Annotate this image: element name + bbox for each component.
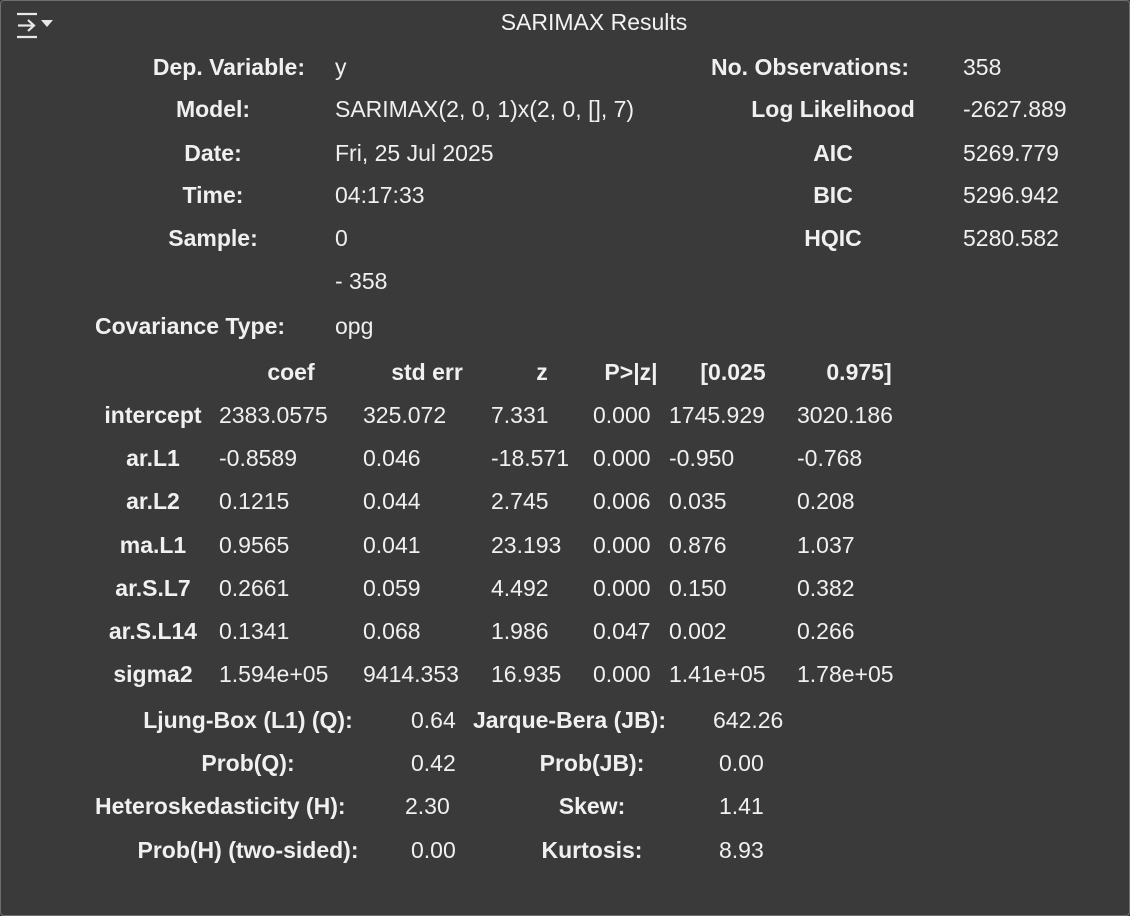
param-name-ar-l2: ar.L2	[126, 488, 180, 514]
table-cell: 0.1341	[219, 618, 290, 644]
hqic-value: 5280.582	[963, 225, 1059, 251]
col-header-coef: coef	[267, 359, 315, 385]
param-name-ar-l1: ar.L1	[126, 445, 180, 471]
date-label: Date:	[184, 140, 242, 166]
sample-end-value: - 358	[335, 268, 388, 294]
table-cell: 9414.353	[363, 661, 459, 687]
table-cell: 325.072	[363, 402, 447, 428]
time-label: Time:	[182, 182, 244, 208]
covariance-type-label: Covariance Type:	[95, 313, 286, 339]
skew-label: Skew:	[558, 793, 626, 819]
heteroskedasticity-label: Heteroskedasticity (H):	[95, 793, 346, 819]
no-observations-value: 358	[963, 54, 1002, 80]
table-cell: 0.047	[593, 618, 651, 644]
table-cell: -18.571	[491, 445, 570, 471]
prob-h-value: 0.00	[411, 837, 456, 863]
results-title: SARIMAX Results	[500, 9, 688, 35]
table-cell: 1.037	[797, 532, 855, 558]
table-cell: 1.41e+05	[669, 661, 766, 687]
model-value: SARIMAX(2, 0, 1)x(2, 0, [], 7)	[335, 96, 635, 122]
table-cell: 0.046	[363, 445, 421, 471]
bic-label: BIC	[813, 182, 853, 208]
table-cell: 0.006	[593, 488, 651, 514]
date-value: Fri, 25 Jul 2025	[335, 140, 494, 166]
sample-label: Sample:	[168, 225, 258, 251]
table-cell: -0.950	[669, 445, 735, 471]
col-header-p-value: P>|z|	[604, 359, 658, 385]
prob-q-value: 0.42	[411, 750, 456, 776]
table-cell: 16.935	[491, 661, 562, 687]
table-cell: 0.035	[669, 488, 727, 514]
table-cell: 4.492	[491, 575, 549, 601]
hqic-label: HQIC	[804, 225, 862, 251]
jarque-bera-label: Jarque-Bera (JB):	[473, 707, 666, 733]
table-cell: 0.266	[797, 618, 855, 644]
table-cell: 0.041	[363, 532, 421, 558]
table-cell: 0.002	[669, 618, 727, 644]
jarque-bera-value: 642.26	[713, 707, 784, 733]
kurtosis-value: 8.93	[719, 837, 764, 863]
table-cell: 1745.929	[669, 402, 765, 428]
table-cell: 0.2661	[219, 575, 290, 601]
log-likelihood-value: -2627.889	[963, 96, 1067, 122]
table-cell: 0.044	[363, 488, 421, 514]
model-label: Model:	[175, 96, 251, 122]
prob-q-label: Prob(Q):	[201, 750, 295, 776]
table-cell: 2383.0575	[219, 402, 328, 428]
dep-variable-value: y	[335, 54, 347, 80]
table-cell: 0.382	[797, 575, 855, 601]
table-cell: 2.745	[491, 488, 549, 514]
col-header-z: z	[536, 359, 548, 385]
prob-jb-value: 0.00	[719, 750, 764, 776]
ljung-box-value: 0.64	[411, 707, 456, 733]
table-cell: 0.876	[669, 532, 727, 558]
table-cell: 0.000	[593, 661, 651, 687]
table-cell: -0.768	[797, 445, 863, 471]
prob-h-label: Prob(H) (two-sided):	[137, 837, 359, 863]
col-header-ci-lower: [0.025	[700, 359, 766, 385]
prob-jb-label: Prob(JB):	[539, 750, 645, 776]
col-header-ci-upper: 0.975]	[826, 359, 892, 385]
heteroskedasticity-value: 2.30	[405, 793, 450, 819]
sample-start-value: 0	[335, 225, 348, 251]
no-observations-label: No. Observations:	[711, 54, 910, 80]
table-cell: -0.8589	[219, 445, 298, 471]
table-cell: 7.331	[491, 402, 549, 428]
param-name-sigma2: sigma2	[113, 661, 193, 687]
log-likelihood-label: Log Likelihood	[751, 96, 915, 122]
table-cell: 3020.186	[797, 402, 893, 428]
bic-value: 5296.942	[963, 182, 1059, 208]
table-cell: 0.9565	[219, 532, 290, 558]
table-cell: 1.594e+05	[219, 661, 329, 687]
covariance-type-value: opg	[335, 313, 374, 339]
param-name-ma-l1: ma.L1	[119, 532, 187, 558]
aic-label: AIC	[813, 140, 853, 166]
table-cell: 0.000	[593, 445, 651, 471]
param-name-ar-s-l7: ar.S.L7	[115, 575, 191, 601]
table-cell: 0.000	[593, 575, 651, 601]
table-cell: 0.000	[593, 402, 651, 428]
kurtosis-label: Kurtosis:	[541, 837, 643, 863]
table-cell: 1.986	[491, 618, 549, 644]
table-cell: 0.150	[669, 575, 727, 601]
ljung-box-label: Ljung-Box (L1) (Q):	[143, 707, 353, 733]
col-header-std-err: std err	[391, 359, 463, 385]
time-value: 04:17:33	[335, 182, 425, 208]
aic-value: 5269.779	[963, 140, 1059, 166]
table-cell: 23.193	[491, 532, 562, 558]
table-cell: 0.1215	[219, 488, 290, 514]
table-cell: 0.068	[363, 618, 421, 644]
table-cell: 0.208	[797, 488, 855, 514]
param-name-ar-s-l14: ar.S.L14	[108, 618, 198, 644]
table-cell: 1.78e+05	[797, 661, 894, 687]
output-panel: SARIMAX Results Dep. Variable: y Model: …	[0, 0, 1130, 916]
dep-variable-label: Dep. Variable:	[152, 54, 305, 80]
table-cell: 0.000	[593, 532, 651, 558]
skew-value: 1.41	[719, 793, 764, 819]
param-name-intercept: intercept	[104, 402, 202, 428]
table-cell: 0.059	[363, 575, 421, 601]
